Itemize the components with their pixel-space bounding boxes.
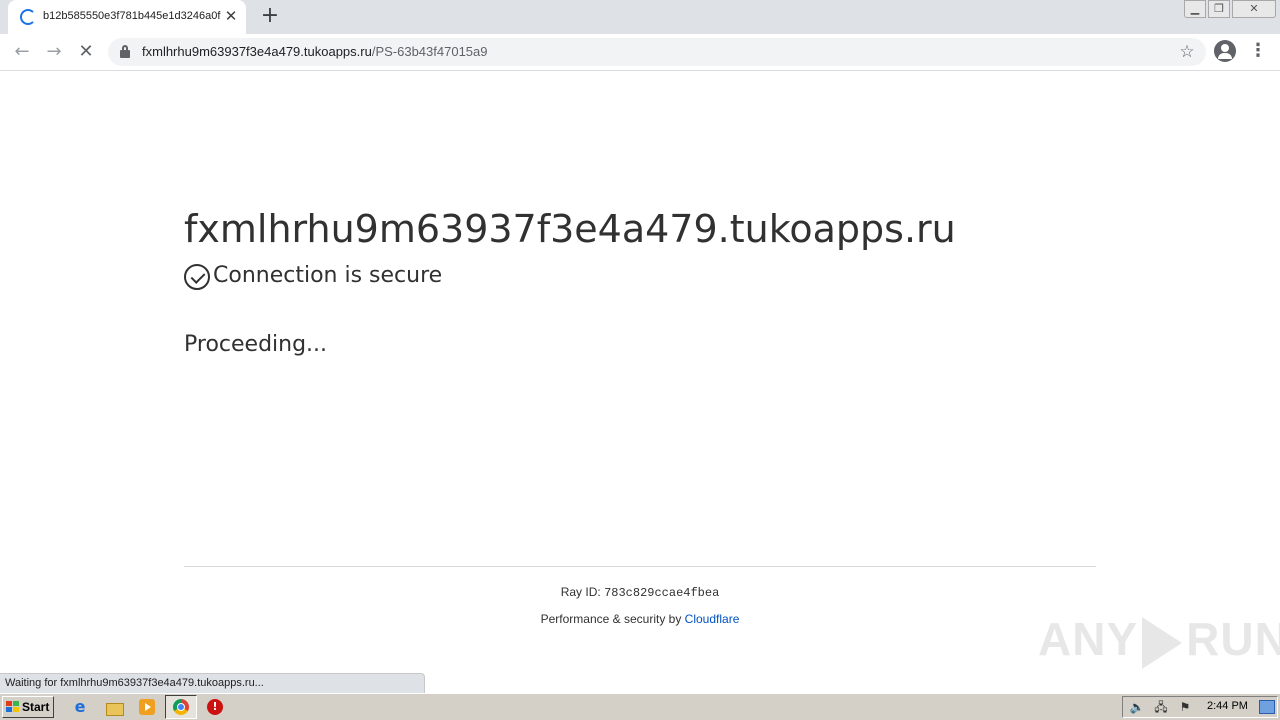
connection-secure-text: Connection is secure: [213, 263, 443, 288]
windows-logo-icon: [6, 701, 20, 713]
tab-strip: b12b585550e3f781b445e1d3246a0f ✕ + ▁ ❐ ✕: [0, 0, 1280, 34]
cloudflare-link[interactable]: Cloudflare: [685, 612, 740, 626]
checkmark-circle-icon: [184, 264, 210, 290]
chrome-icon: [173, 699, 189, 715]
tab-close-icon[interactable]: ✕: [222, 7, 240, 25]
proceeding-text: Proceeding...: [184, 332, 328, 357]
ray-id-value: 783c829ccae4fbea: [604, 586, 720, 600]
network-icon[interactable]: 🖧: [1153, 700, 1169, 714]
bookmark-star-icon[interactable]: ☆: [1176, 41, 1198, 63]
watermark-play-icon: [1142, 616, 1183, 669]
close-window-button[interactable]: ✕: [1232, 0, 1276, 18]
ray-id-label: Ray ID:: [560, 585, 605, 599]
show-desktop-icon[interactable]: [1259, 700, 1275, 714]
performance-label: Performance & security by: [540, 612, 685, 626]
lock-icon[interactable]: [120, 45, 130, 58]
maximize-button[interactable]: ❐: [1208, 0, 1230, 18]
url-text[interactable]: fxmlhrhu9m63937f3e4a479.tukoapps.ru/PS-6…: [142, 44, 487, 59]
start-label: Start: [22, 700, 50, 714]
minimize-button[interactable]: ▁: [1184, 0, 1206, 18]
anyrun-watermark: ANY RUN: [1038, 612, 1280, 669]
new-tab-button[interactable]: +: [258, 5, 282, 29]
start-button[interactable]: Start: [2, 696, 54, 718]
forward-button[interactable]: →: [41, 40, 67, 66]
action-center-flag-icon[interactable]: ⚑: [1177, 700, 1193, 714]
url-host: fxmlhrhu9m63937f3e4a479.tukoapps.ru: [142, 44, 372, 59]
watermark-left: ANY: [1038, 613, 1139, 665]
stop-loading-button[interactable]: ✕: [73, 40, 99, 66]
file-explorer-icon[interactable]: [104, 697, 124, 717]
media-player-icon[interactable]: [137, 697, 157, 717]
status-bubble: Waiting for fxmlhrhu9m63937f3e4a479.tuko…: [0, 673, 425, 693]
browser-toolbar: ← → ✕ fxmlhrhu9m63937f3e4a479.tukoapps.r…: [0, 34, 1280, 71]
address-bar[interactable]: fxmlhrhu9m63937f3e4a479.tukoapps.ru/PS-6…: [108, 38, 1206, 66]
stop-sign-icon[interactable]: [205, 697, 225, 717]
ray-id-line: Ray ID: 783c829ccae4fbea: [0, 585, 1280, 600]
watermark-right: RUN: [1186, 613, 1280, 665]
system-tray: 🔈 🖧 ⚑ 2:44 PM: [1122, 696, 1278, 718]
internet-explorer-icon[interactable]: e: [70, 697, 90, 717]
footer-divider: [184, 566, 1096, 567]
chrome-taskbar-button[interactable]: [165, 695, 197, 719]
clock[interactable]: 2:44 PM: [1207, 700, 1248, 712]
tab-title: b12b585550e3f781b445e1d3246a0f: [43, 10, 221, 22]
account-icon[interactable]: [1214, 40, 1236, 62]
loading-spinner-icon: [20, 9, 36, 25]
url-path: /PS-63b43f47015a9: [371, 44, 488, 59]
browser-menu-icon[interactable]: ⋮: [1248, 40, 1268, 62]
volume-icon[interactable]: 🔈: [1129, 700, 1145, 714]
browser-tab[interactable]: b12b585550e3f781b445e1d3246a0f ✕: [8, 0, 246, 34]
back-button[interactable]: ←: [9, 40, 35, 66]
taskbar: Start e 🔈 🖧 ⚑ 2:44 PM: [0, 693, 1280, 720]
page-content: fxmlhrhu9m63937f3e4a479.tukoapps.ru Conn…: [0, 72, 1280, 672]
site-hostname-heading: fxmlhrhu9m63937f3e4a479.tukoapps.ru: [184, 207, 956, 251]
